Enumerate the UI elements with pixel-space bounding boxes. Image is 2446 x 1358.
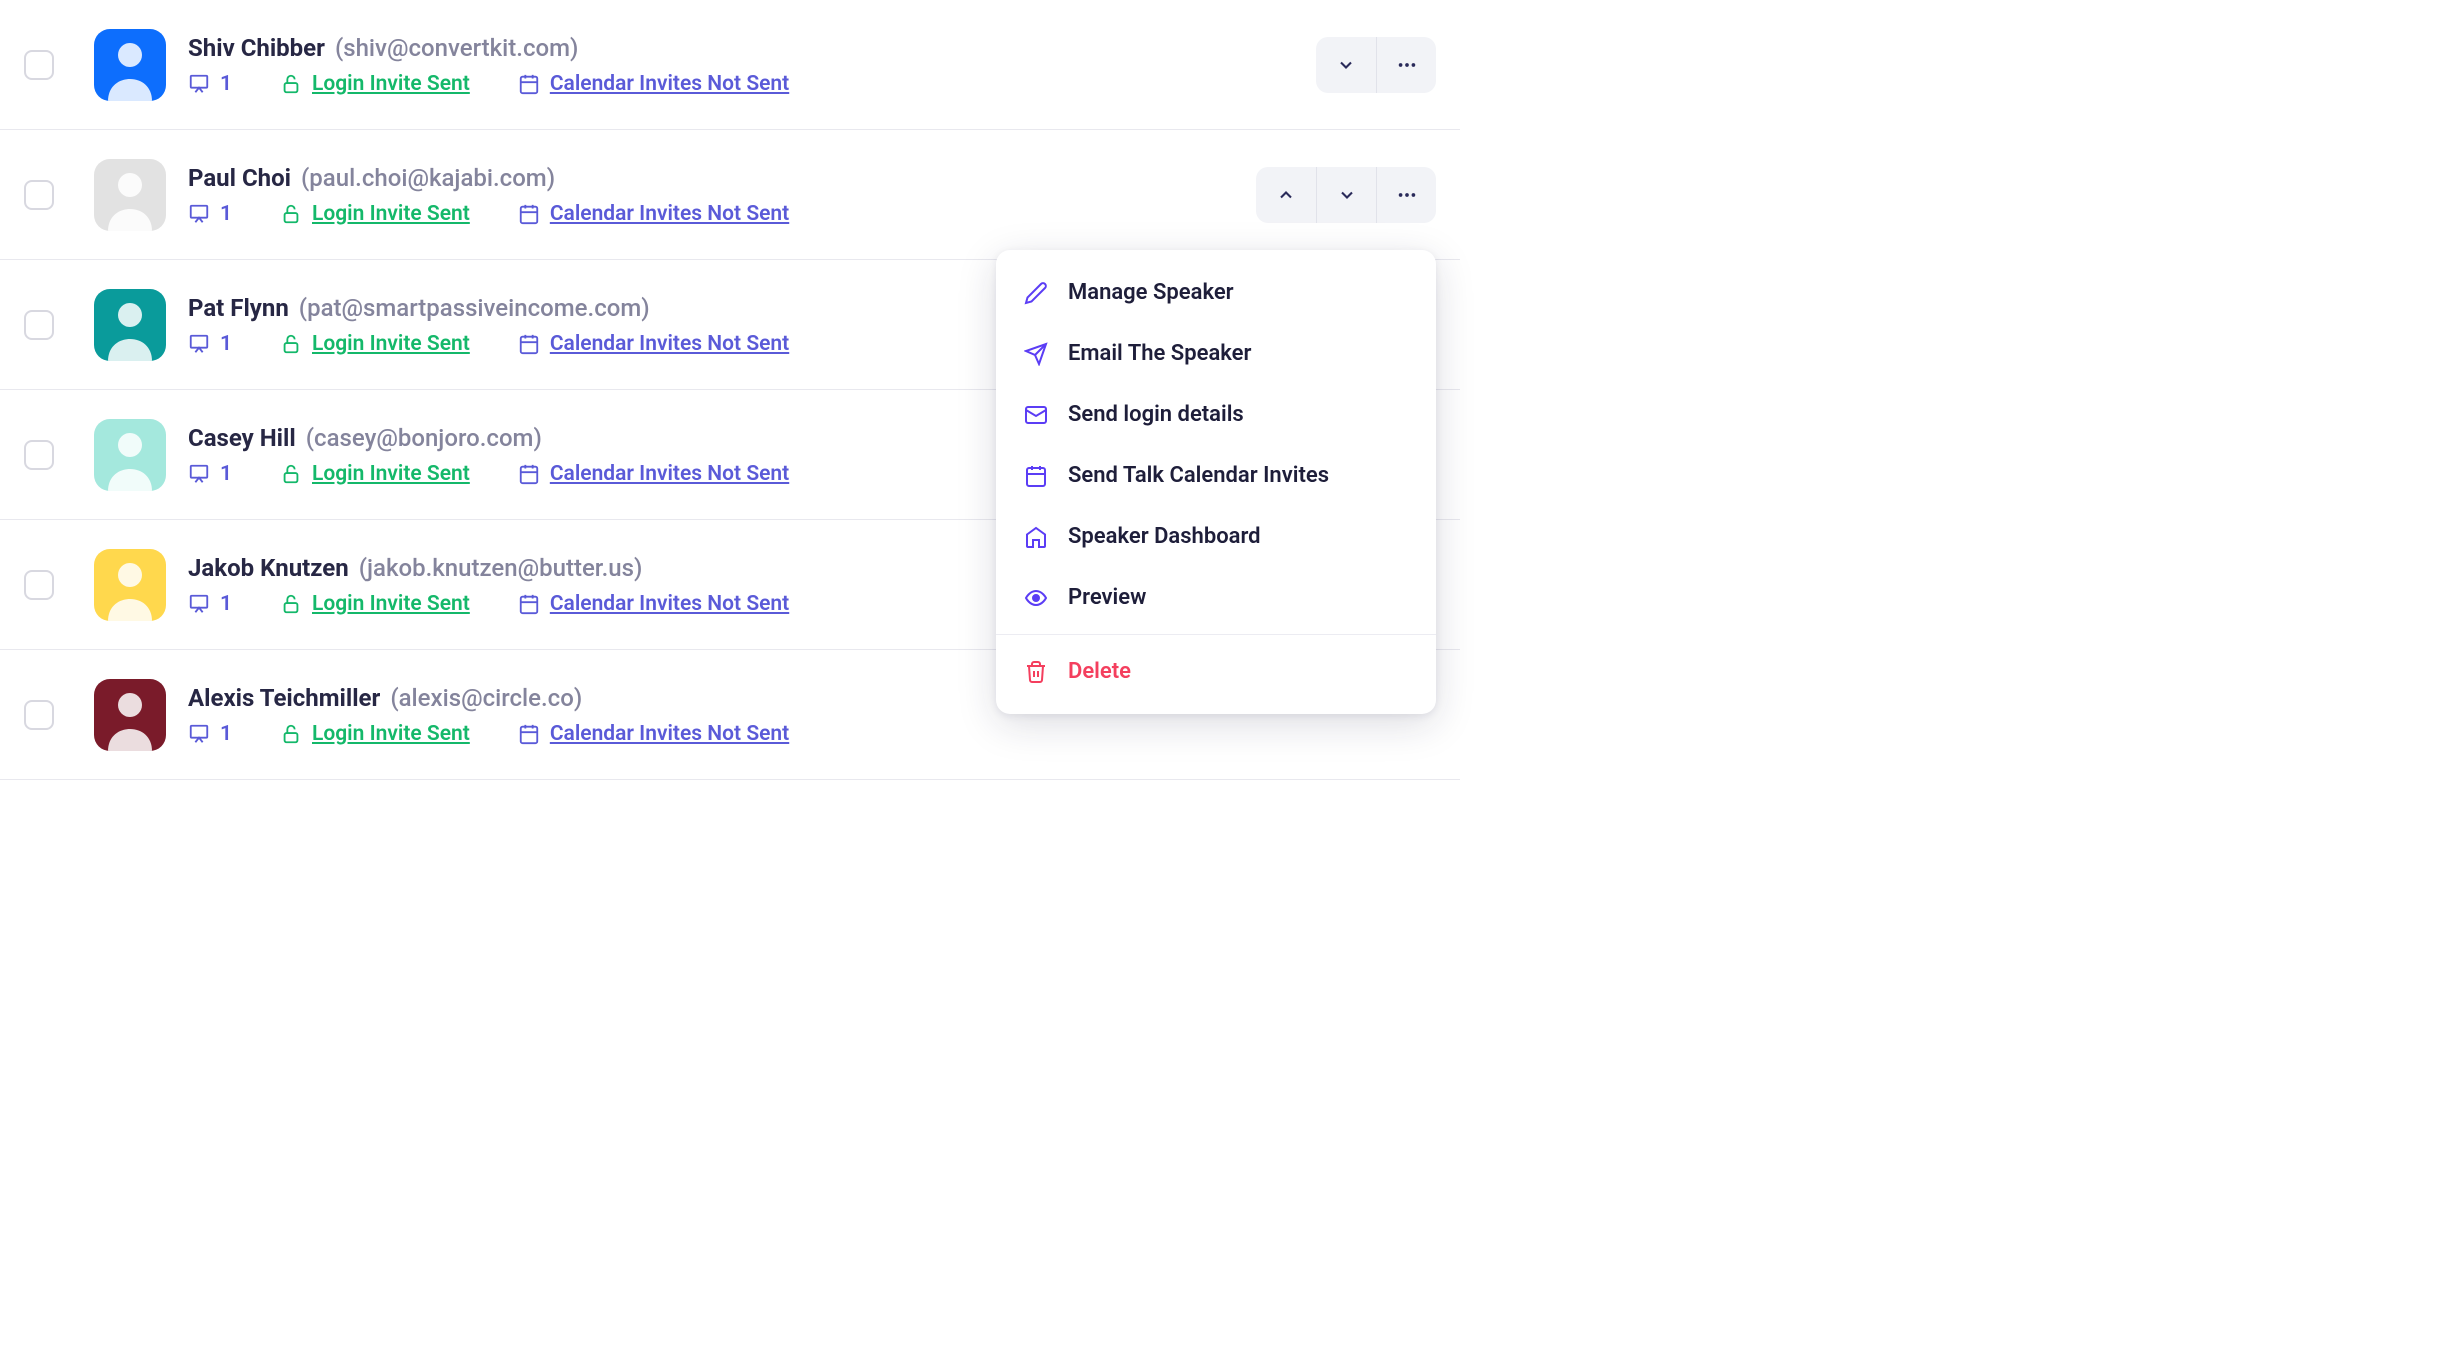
- row-actions: [1316, 37, 1436, 93]
- presentation-icon: [188, 463, 210, 485]
- speaker-info: Paul Choi (paul.choi@kajabi.com) 1 Login…: [188, 164, 1256, 226]
- login-invite-status[interactable]: Login Invite Sent: [280, 462, 470, 486]
- envelope-icon: [1024, 403, 1048, 427]
- menu-label: Delete: [1068, 659, 1131, 684]
- menu-divider: [996, 634, 1436, 635]
- speaker-name: Alexis Teichmiller: [188, 684, 380, 712]
- menu-send-login-details[interactable]: Send login details: [996, 384, 1436, 445]
- presentation-count: 1: [188, 332, 232, 356]
- home-icon: [1024, 525, 1048, 549]
- menu-label: Preview: [1068, 585, 1146, 610]
- menu-speaker-dashboard[interactable]: Speaker Dashboard: [996, 506, 1436, 567]
- calendar-icon: [518, 723, 540, 745]
- login-invite-status[interactable]: Login Invite Sent: [280, 202, 470, 226]
- speaker-row: Shiv Chibber (shiv@convertkit.com) 1 Log…: [0, 0, 1460, 130]
- select-checkbox[interactable]: [24, 180, 54, 210]
- move-down-button[interactable]: [1316, 167, 1376, 223]
- select-checkbox[interactable]: [24, 310, 54, 340]
- speaker-email: (alexis@circle.co): [390, 684, 582, 712]
- menu-manage-speaker[interactable]: Manage Speaker: [996, 262, 1436, 323]
- login-invite-status[interactable]: Login Invite Sent: [280, 722, 470, 746]
- speaker-email: (shiv@convertkit.com): [335, 34, 578, 62]
- speaker-name: Pat Flynn: [188, 294, 289, 322]
- calendar-invite-status[interactable]: Calendar Invites Not Sent: [518, 332, 789, 356]
- select-checkbox[interactable]: [24, 440, 54, 470]
- select-checkbox[interactable]: [24, 570, 54, 600]
- calendar-icon: [1024, 464, 1048, 488]
- more-actions-button[interactable]: [1376, 167, 1436, 223]
- calendar-icon: [518, 203, 540, 225]
- select-checkbox[interactable]: [24, 50, 54, 80]
- more-actions-button[interactable]: [1376, 37, 1436, 93]
- trash-icon: [1024, 660, 1048, 684]
- unlock-icon: [280, 593, 302, 615]
- speaker-name: Shiv Chibber: [188, 34, 325, 62]
- menu-label: Send Talk Calendar Invites: [1068, 463, 1329, 488]
- speaker-email: (paul.choi@kajabi.com): [301, 164, 555, 192]
- presentation-icon: [188, 333, 210, 355]
- calendar-invite-status[interactable]: Calendar Invites Not Sent: [518, 722, 789, 746]
- row-actions: [1256, 167, 1436, 223]
- unlock-icon: [280, 73, 302, 95]
- menu-label: Manage Speaker: [1068, 280, 1234, 305]
- unlock-icon: [280, 203, 302, 225]
- menu-delete[interactable]: Delete: [996, 641, 1436, 702]
- menu-preview[interactable]: Preview: [996, 567, 1436, 628]
- presentation-count: 1: [188, 72, 232, 96]
- speaker-name: Casey Hill: [188, 424, 296, 452]
- calendar-invite-status[interactable]: Calendar Invites Not Sent: [518, 592, 789, 616]
- calendar-invite-status[interactable]: Calendar Invites Not Sent: [518, 462, 789, 486]
- presentation-icon: [188, 723, 210, 745]
- calendar-icon: [518, 463, 540, 485]
- login-invite-status[interactable]: Login Invite Sent: [280, 592, 470, 616]
- speaker-info: Shiv Chibber (shiv@convertkit.com) 1 Log…: [188, 34, 1316, 96]
- speaker-row: Paul Choi (paul.choi@kajabi.com) 1 Login…: [0, 130, 1460, 260]
- calendar-invite-status[interactable]: Calendar Invites Not Sent: [518, 72, 789, 96]
- eye-icon: [1024, 586, 1048, 610]
- presentation-count: 1: [188, 462, 232, 486]
- menu-label: Send login details: [1068, 402, 1244, 427]
- speaker-name: Jakob Knutzen: [188, 554, 349, 582]
- move-down-button[interactable]: [1316, 37, 1376, 93]
- menu-email-speaker[interactable]: Email The Speaker: [996, 323, 1436, 384]
- speaker-email: (pat@smartpassiveincome.com): [299, 294, 650, 322]
- calendar-invite-status[interactable]: Calendar Invites Not Sent: [518, 202, 789, 226]
- menu-label: Email The Speaker: [1068, 341, 1251, 366]
- speaker-name: Paul Choi: [188, 164, 291, 192]
- speaker-email: (casey@bonjoro.com): [306, 424, 542, 452]
- calendar-icon: [518, 73, 540, 95]
- unlock-icon: [280, 463, 302, 485]
- avatar: [94, 289, 166, 361]
- pencil-icon: [1024, 281, 1048, 305]
- presentation-icon: [188, 73, 210, 95]
- avatar: [94, 679, 166, 751]
- speaker-email: (jakob.knutzen@butter.us): [359, 554, 643, 582]
- speaker-actions-menu: Manage Speaker Email The Speaker Send lo…: [996, 250, 1436, 714]
- unlock-icon: [280, 723, 302, 745]
- menu-send-calendar-invites[interactable]: Send Talk Calendar Invites: [996, 445, 1436, 506]
- avatar: [94, 29, 166, 101]
- avatar: [94, 549, 166, 621]
- select-checkbox[interactable]: [24, 700, 54, 730]
- calendar-icon: [518, 593, 540, 615]
- avatar: [94, 159, 166, 231]
- presentation-count: 1: [188, 592, 232, 616]
- menu-label: Speaker Dashboard: [1068, 524, 1261, 549]
- presentation-count: 1: [188, 202, 232, 226]
- presentation-count: 1: [188, 722, 232, 746]
- calendar-icon: [518, 333, 540, 355]
- login-invite-status[interactable]: Login Invite Sent: [280, 72, 470, 96]
- move-up-button[interactable]: [1256, 167, 1316, 223]
- presentation-icon: [188, 593, 210, 615]
- unlock-icon: [280, 333, 302, 355]
- login-invite-status[interactable]: Login Invite Sent: [280, 332, 470, 356]
- avatar: [94, 419, 166, 491]
- send-icon: [1024, 342, 1048, 366]
- presentation-icon: [188, 203, 210, 225]
